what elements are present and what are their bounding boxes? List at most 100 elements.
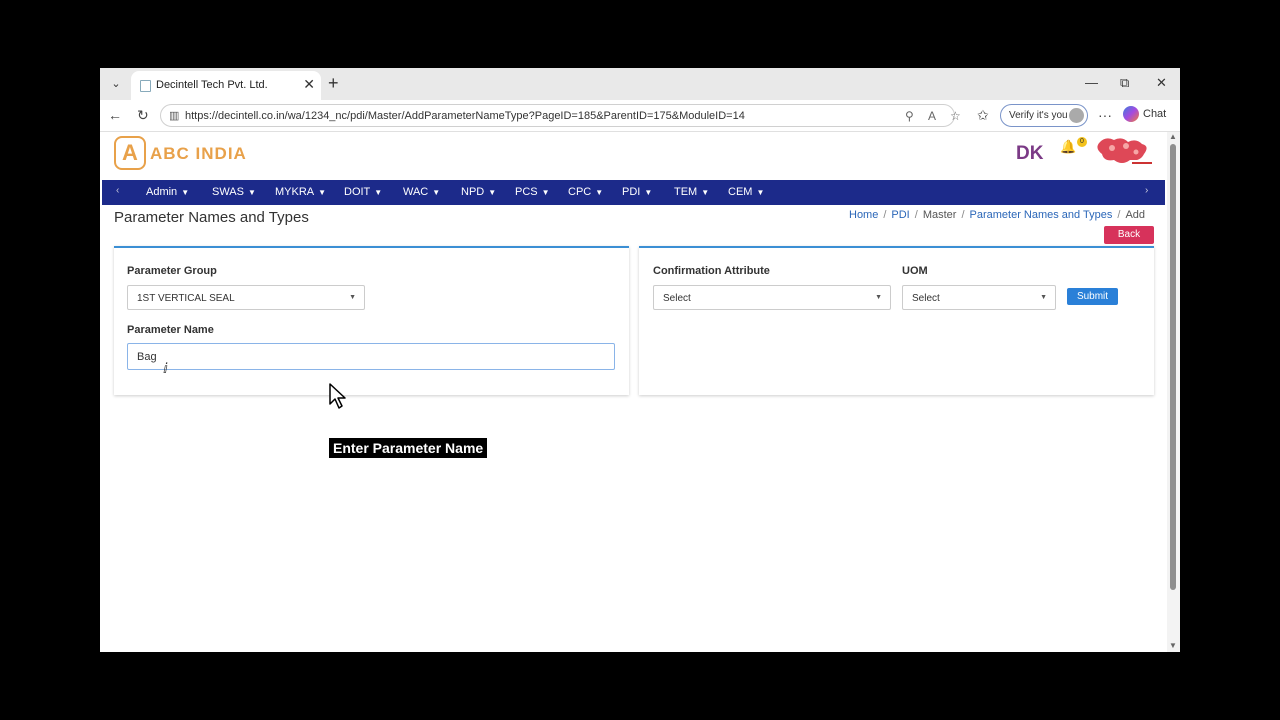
caret-down-icon: ▼ bbox=[432, 188, 441, 197]
breadcrumb-add: Add bbox=[1125, 209, 1146, 221]
caret-down-icon: ▼ bbox=[248, 188, 256, 197]
nav-item-pcs[interactable]: PCS ▼ bbox=[515, 186, 550, 198]
caret-down-icon: ▼ bbox=[541, 188, 550, 197]
parameter-card: Parameter Group 1ST VERTICAL SEAL ▼ Para… bbox=[114, 246, 629, 395]
scroll-down-icon[interactable]: ▼ bbox=[1169, 641, 1177, 650]
caret-down-icon: ▼ bbox=[318, 188, 327, 197]
parameter-name-input[interactable] bbox=[127, 343, 615, 370]
url-text: https://decintell.co.in/wa/1234_nc/pdi/M… bbox=[185, 110, 745, 122]
read-aloud-icon[interactable]: A bbox=[928, 109, 936, 123]
verify-profile-button[interactable]: Verify it's you bbox=[1000, 104, 1088, 127]
nav-item-npd[interactable]: NPD ▼ bbox=[461, 186, 496, 198]
nav-scroll-left-icon[interactable]: ‹ bbox=[116, 185, 119, 196]
favorites-icon[interactable]: ✩ bbox=[977, 107, 989, 124]
page-title: Parameter Names and Types bbox=[114, 209, 309, 226]
nav-label: WAC bbox=[403, 186, 429, 198]
caret-down-icon: ▼ bbox=[488, 188, 497, 197]
notification-bell-icon[interactable]: 🔔 bbox=[1060, 139, 1076, 155]
uom-value: Select bbox=[912, 293, 940, 304]
dropdown-arrow-icon: ▼ bbox=[349, 294, 356, 301]
logo-mark: A bbox=[114, 136, 146, 170]
nav-item-cem[interactable]: CEM ▼ bbox=[728, 186, 764, 198]
copilot-chat-button[interactable]: Chat bbox=[1123, 106, 1166, 122]
mouse-pointer-icon bbox=[329, 383, 346, 409]
nav-item-admin[interactable]: Admin ▼ bbox=[146, 186, 189, 198]
chat-label: Chat bbox=[1143, 107, 1167, 120]
tab-list-chevron-icon[interactable]: ⌄ bbox=[106, 74, 126, 94]
nav-item-pdi[interactable]: PDI ▼ bbox=[622, 186, 652, 198]
uom-select[interactable]: Select ▼ bbox=[902, 285, 1056, 310]
nav-item-mykra[interactable]: MYKRA ▼ bbox=[275, 186, 326, 198]
main-nav: ‹ Admin ▼ SWAS ▼ MYKRA ▼ DOIT ▼ WAC ▼ NPD ▼ PC… bbox=[102, 180, 1165, 205]
breadcrumb-home[interactable]: Home bbox=[849, 209, 878, 221]
scroll-up-icon[interactable]: ▲ bbox=[1169, 132, 1177, 141]
nav-label: TEM bbox=[674, 186, 698, 198]
confirmation-attribute-value: Select bbox=[663, 293, 691, 304]
nav-label: Admin bbox=[146, 186, 178, 198]
page-favicon-icon bbox=[140, 80, 151, 92]
nav-scroll-right-icon[interactable]: › bbox=[1145, 185, 1148, 196]
tab-strip: ⌄ Decintell Tech Pvt. Ltd. ✕ + — ⧉ ✕ bbox=[100, 68, 1180, 100]
address-bar[interactable]: ▥ https://decintell.co.in/wa/1234_nc/pdi… bbox=[160, 104, 961, 127]
nav-item-swas[interactable]: SWAS ▼ bbox=[212, 186, 256, 198]
caret-down-icon: ▼ bbox=[374, 188, 383, 197]
nav-label: MYKRA bbox=[275, 186, 315, 198]
parameter-name-label: Parameter Name bbox=[127, 324, 214, 336]
uom-label: UOM bbox=[902, 265, 928, 277]
breadcrumb: Home / PDI / Master / Parameter Names and Type… bbox=[849, 209, 1145, 221]
site-header: A ABC INDIA DK 🔔 0 bbox=[100, 132, 1167, 180]
verify-label: Verify it's you bbox=[1009, 110, 1068, 121]
tab-close-icon[interactable]: ✕ bbox=[303, 76, 315, 93]
minimize-icon[interactable]: — bbox=[1085, 75, 1098, 90]
nav-label: DOIT bbox=[344, 186, 371, 198]
browser-tab[interactable]: Decintell Tech Pvt. Ltd. ✕ bbox=[131, 71, 321, 100]
text-cursor-icon: ⅈ bbox=[163, 360, 168, 376]
nav-item-wac[interactable]: WAC ▼ bbox=[403, 186, 440, 198]
submit-button[interactable]: Submit bbox=[1067, 288, 1118, 305]
restore-icon[interactable]: ⧉ bbox=[1120, 75, 1129, 91]
confirmation-attribute-select[interactable]: Select ▼ bbox=[653, 285, 891, 310]
nav-label: SWAS bbox=[212, 186, 244, 198]
back-arrow-icon[interactable]: ← bbox=[108, 107, 122, 123]
nav-label: PDI bbox=[622, 186, 641, 198]
scrollbar-thumb[interactable] bbox=[1170, 144, 1176, 590]
breadcrumb-master: Master bbox=[922, 209, 957, 221]
browser-window: ⌄ Decintell Tech Pvt. Ltd. ✕ + — ⧉ ✕ ← ↻… bbox=[100, 68, 1180, 652]
caret-down-icon: ▼ bbox=[756, 188, 765, 197]
breadcrumb-parameter-names[interactable]: Parameter Names and Types bbox=[970, 209, 1113, 221]
breadcrumb-separator: / bbox=[961, 209, 965, 221]
nav-item-tem[interactable]: TEM ▼ bbox=[674, 186, 709, 198]
caret-down-icon: ▼ bbox=[644, 188, 653, 197]
breadcrumb-separator: / bbox=[883, 209, 887, 221]
brand-logo bbox=[1097, 138, 1154, 166]
breadcrumb-pdi[interactable]: PDI bbox=[891, 209, 909, 221]
site-info-icon[interactable]: ▥ bbox=[169, 109, 179, 122]
nav-label: CEM bbox=[728, 186, 753, 198]
user-initials[interactable]: DK bbox=[1016, 143, 1043, 165]
notification-badge: 0 bbox=[1077, 137, 1087, 147]
tutorial-caption: Enter Parameter Name bbox=[329, 438, 488, 458]
dropdown-arrow-icon: ▼ bbox=[875, 294, 882, 301]
nav-label: PCS bbox=[515, 186, 538, 198]
window-close-icon[interactable]: ✕ bbox=[1156, 75, 1167, 91]
new-tab-icon[interactable]: + bbox=[328, 73, 339, 94]
favorite-star-icon[interactable]: ☆ bbox=[950, 109, 961, 123]
tab-title: Decintell Tech Pvt. Ltd. bbox=[156, 79, 268, 91]
zoom-icon[interactable]: ⚲ bbox=[905, 109, 914, 123]
more-options-icon[interactable]: ··· bbox=[1098, 107, 1112, 123]
nav-item-cpc[interactable]: CPC ▼ bbox=[568, 186, 603, 198]
logo-text: ABC INDIA bbox=[150, 144, 247, 163]
nav-item-doit[interactable]: DOIT ▼ bbox=[344, 186, 382, 198]
attribute-card: Confirmation Attribute Select ▼ UOM Sele… bbox=[639, 246, 1154, 395]
parameter-group-value: 1ST VERTICAL SEAL bbox=[137, 293, 235, 304]
back-button[interactable]: Back bbox=[1104, 226, 1154, 244]
dropdown-arrow-icon: ▼ bbox=[1040, 294, 1047, 301]
refresh-icon[interactable]: ↻ bbox=[137, 107, 149, 124]
confirmation-attribute-label: Confirmation Attribute bbox=[653, 265, 770, 277]
parameter-group-label: Parameter Group bbox=[127, 265, 217, 277]
parameter-group-select[interactable]: 1ST VERTICAL SEAL ▼ bbox=[127, 285, 365, 310]
breadcrumb-separator: / bbox=[914, 209, 918, 221]
caret-down-icon: ▼ bbox=[181, 188, 190, 197]
page-scrollbar[interactable]: ▲ ▼ bbox=[1167, 132, 1180, 652]
browser-toolbar: ← ↻ ▥ https://decintell.co.in/wa/1234_nc… bbox=[100, 100, 1180, 132]
